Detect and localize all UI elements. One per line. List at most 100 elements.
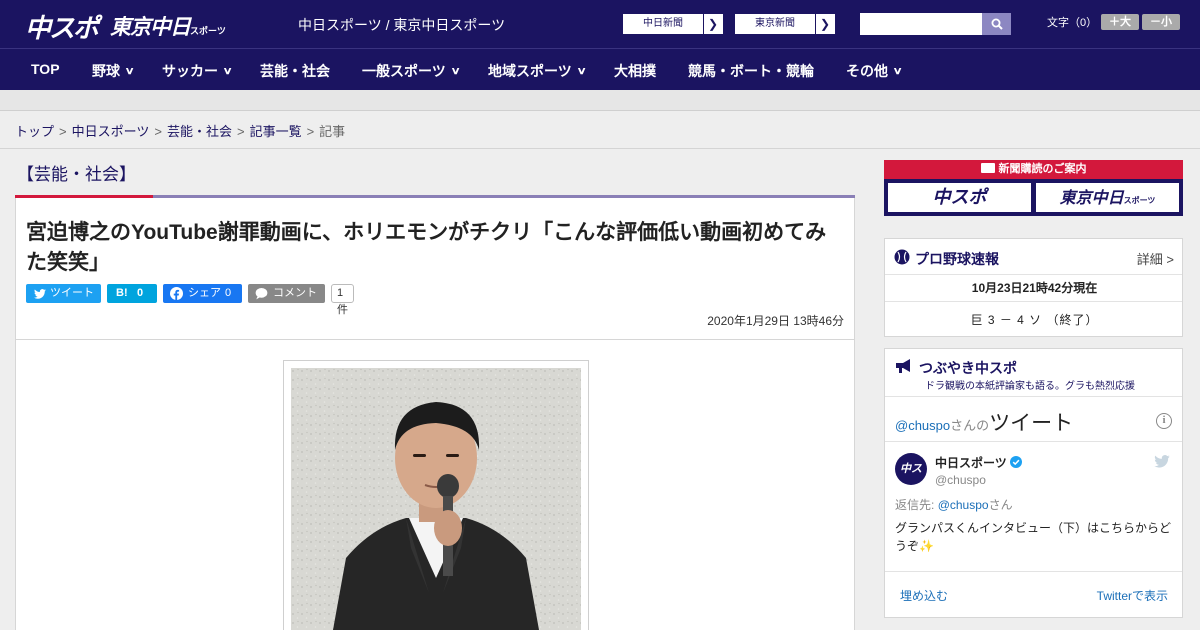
article-headline: 宮迫博之のYouTube謝罪動画に、ホリエモンがチクリ「こんな評価低い動画初めて… — [26, 221, 827, 274]
nav-label: その他 — [846, 63, 888, 79]
subscribe-tokyo-logo-text: 東京中日 — [1059, 188, 1124, 207]
chunichi-shimbun-label: 中日新聞 — [623, 14, 704, 34]
card-divider — [885, 441, 1182, 442]
nav-item-baseball[interactable]: 野球 ∨ — [92, 61, 135, 81]
reply-suffix: さん — [988, 498, 1013, 512]
timeline-handle[interactable]: @chuspo — [895, 418, 950, 433]
main-nav: TOP 野球 ∨ サッカー ∨ 芸能・社会 一般スポーツ ∨ 地域スポーツ ∨ 大相撲 … — [0, 48, 1200, 90]
tokyo-logo-text: 東京中日 — [110, 15, 191, 39]
nav-item-entertainment[interactable]: 芸能・社会 — [260, 61, 330, 81]
search-icon — [991, 18, 1003, 30]
nav-label: TOP — [31, 61, 60, 77]
search-button[interactable] — [982, 13, 1011, 35]
breadcrumb-chunichi-sports[interactable]: 中日スポーツ — [72, 124, 150, 139]
reply-handle[interactable]: @chuspo — [938, 498, 989, 512]
tweet-author-name[interactable]: 中日スポーツ — [935, 454, 1023, 471]
search-input[interactable] — [860, 13, 982, 35]
hatena-icon: B! — [116, 287, 128, 299]
facebook-share-label: シェア — [188, 287, 221, 299]
timeline-tweet-label: ツイート — [989, 412, 1074, 435]
nav-item-sumo[interactable]: 大相撲 — [614, 61, 656, 81]
embed-link[interactable]: 埋め込む — [900, 587, 948, 604]
chevron-down-icon: ∨ — [222, 66, 233, 77]
font-smaller-button[interactable]: －小 — [1142, 14, 1180, 30]
chuspo-logo[interactable]: 中スポ — [25, 8, 99, 45]
breadcrumb-article-list[interactable]: 記事一覧 — [250, 124, 302, 139]
breadcrumb-separator: > — [236, 124, 245, 139]
breadcrumb-top[interactable]: トップ — [15, 124, 54, 139]
article-photo[interactable] — [291, 368, 581, 630]
subscription-banner[interactable]: 新聞購読のご案内 中スポ 東京中日スポーツ — [884, 160, 1183, 216]
avatar[interactable]: 中ス — [895, 453, 927, 485]
tweet-button[interactable]: ツイート — [26, 284, 101, 303]
breadcrumb-current: 記事 — [319, 124, 346, 139]
breadcrumb-separator: > — [59, 124, 67, 139]
baseball-score[interactable]: 巨 3 － 4 ソ （終了） — [885, 311, 1184, 328]
nav-item-racing[interactable]: 競馬・ボート・競輪 — [688, 61, 814, 81]
article-photo-card — [15, 339, 855, 630]
twitter-widget-title: つぶやき中スポ — [919, 360, 1017, 376]
breadcrumb-separator: > — [154, 124, 162, 139]
comment-count[interactable]: 1件 — [331, 284, 354, 316]
subscribe-chuspo-logo[interactable]: 中スポ — [888, 183, 1031, 212]
tweet-text: グランパスくんインタビュー（下）はこちらからどうぞ✨ — [895, 521, 1172, 553]
twitter-bird-icon[interactable] — [1154, 455, 1170, 468]
breadcrumb-divider — [0, 148, 1200, 149]
chevron-down-icon: ∨ — [450, 66, 461, 77]
facebook-share-count: 0 — [225, 287, 232, 299]
font-larger-button[interactable]: ＋大 — [1101, 14, 1139, 30]
subscription-heading-label: 新聞購読のご案内 — [998, 163, 1087, 175]
press-conference-photo — [291, 368, 581, 630]
baseball-detail-link[interactable]: 詳細 > — [1137, 249, 1174, 268]
chunichi-shimbun-button[interactable]: 中日新聞 ❯ — [622, 13, 724, 35]
twitter-widget-card: つぶやき中スポ ドラ観戦の本紙評論家も語る。グラも熱烈応援 @chuspoさんの… — [884, 348, 1183, 618]
photo-frame — [283, 360, 589, 630]
card-divider — [885, 571, 1182, 572]
tweet-reply-to: 返信先: @chuspoさん — [895, 496, 1013, 513]
facebook-icon — [170, 287, 183, 300]
nav-item-regional-sports[interactable]: 地域スポーツ ∨ — [488, 61, 587, 81]
twitter-widget-subtitle: ドラ観戦の本紙評論家も語る。グラも熱烈応援 — [925, 381, 1135, 392]
card-divider — [885, 301, 1182, 302]
tokyo-logo-small: スポーツ — [190, 27, 226, 37]
timeline-san: さんの — [950, 418, 990, 433]
facebook-share-button[interactable]: シェア 0 — [163, 284, 242, 303]
nav-item-soccer[interactable]: サッカー ∨ — [162, 61, 233, 81]
top-header-bar: 中スポ 東京中日スポーツ 中日スポーツ / 東京中日スポーツ 中日新聞 ❯ 東京… — [0, 0, 1200, 48]
comment-button[interactable]: コメント — [248, 284, 325, 303]
chevron-down-icon: ∨ — [576, 66, 587, 77]
nav-item-general-sports[interactable]: 一般スポーツ ∨ — [362, 61, 461, 81]
nav-item-other[interactable]: その他 ∨ — [846, 61, 903, 81]
card-divider — [885, 274, 1182, 275]
reply-prefix: 返信先: — [895, 498, 935, 512]
breadcrumb-entertainment[interactable]: 芸能・社会 — [167, 124, 232, 139]
baseball-timestamp: 10月23日21時42分現在 — [971, 281, 1098, 295]
timeline-header: @chuspoさんのツイート — [895, 407, 1073, 437]
tweet-author-handle[interactable]: @chuspo — [935, 473, 986, 487]
chevron-right-icon: ❯ — [707, 17, 718, 31]
tokyo-chunichi-logo[interactable]: 東京中日スポーツ — [110, 11, 226, 41]
article-header-card: 宮迫博之のYouTube謝罪動画に、ホリエモンがチクリ「こんな評価低い動画初めて… — [15, 198, 855, 340]
info-icon[interactable]: i — [1156, 413, 1172, 429]
tokyo-shimbun-button[interactable]: 東京新聞 ❯ — [734, 13, 836, 35]
chevron-right-icon: ❯ — [819, 17, 830, 31]
breadcrumb-separator: > — [306, 124, 315, 139]
baseball-icon — [894, 249, 910, 265]
nav-item-top[interactable]: TOP — [31, 61, 60, 77]
article-date: 2020年1月29日 13時46分 — [707, 314, 844, 328]
hatena-bookmark-button[interactable]: B! 0 — [107, 284, 157, 303]
nav-label: 野球 — [92, 63, 120, 79]
baseball-title: プロ野球速報 — [915, 251, 999, 267]
subscription-heading: 新聞購読のご案内 — [884, 160, 1183, 179]
nav-label: 地域スポーツ — [488, 63, 572, 79]
subscribe-tokyo-logo-small: スポーツ — [1123, 196, 1156, 205]
subscribe-tokyo-logo[interactable]: 東京中日スポーツ — [1036, 183, 1179, 212]
baseball-scores-card: プロ野球速報 詳細 > 10月23日21時42分現在 巨 3 － 4 ソ （終了… — [884, 238, 1183, 337]
twitter-bird-icon — [34, 289, 46, 299]
comment-bubble-icon — [255, 287, 268, 300]
ad-strip — [0, 90, 1200, 111]
view-on-twitter-link[interactable]: Twitterで表示 — [1097, 587, 1168, 604]
nav-label: サッカー — [162, 63, 218, 79]
nav-label: 大相撲 — [614, 63, 656, 79]
hatena-count: 0 — [137, 287, 144, 299]
